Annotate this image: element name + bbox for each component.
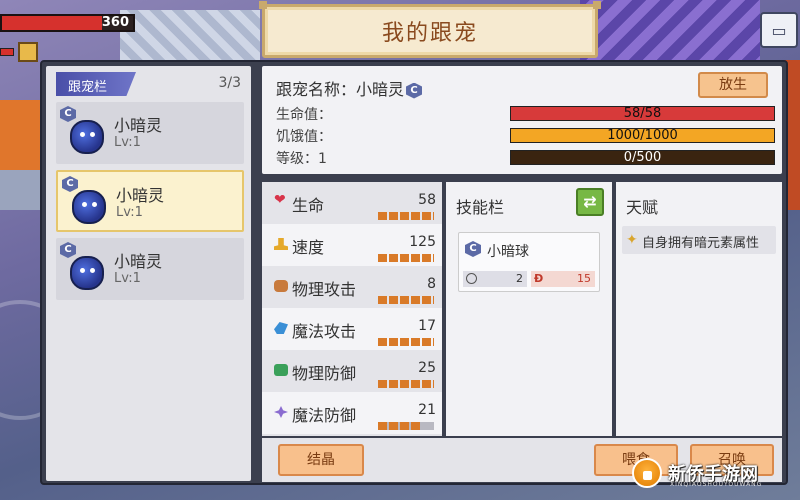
attribute-label: 魔法防御 [292,406,357,425]
attribute-label: 物理攻击 [292,280,357,299]
heart-icon: ❤ [274,192,286,208]
swap-icon[interactable]: ⇄ [576,188,604,216]
pet-avatar-icon [72,190,106,224]
pet-list-count: 3/3 [218,75,241,91]
chat-icon: ▭ [771,20,787,40]
sparkle-icon: ✦ [626,232,638,248]
hunger-bar: 1000/1000 [510,128,775,143]
magic-hand-icon [274,322,288,334]
rarity-badge-icon: C [62,176,78,192]
talent-panel: 天赋 ✦ 自身拥有暗元素属性 [616,182,782,436]
skill-name: 小暗球 [487,244,529,260]
attribute-label: 物理防御 [292,364,357,383]
attribute-list: ❤ 生命 58 速度 125 物理攻击 8 魔法攻击 17 物理防御 25 魔法… [262,182,442,436]
pet-name-label: 跟宠名称：小暗灵 [276,80,405,99]
skill-cooldown: 2 [463,271,527,287]
watermark: 新侨手游网 XINQIAOSHOUYOUWANG [632,456,792,492]
attribute-value: 58 [418,192,436,208]
hp-bar-text: 58/58 [623,106,662,121]
attribute-pips [378,422,434,430]
hp-bar: 58/58 [510,106,775,121]
rarity-badge-icon: C [465,241,481,257]
pet-name: 小暗灵 [114,116,163,135]
pet-list: 跟宠栏 3/3 C 小暗灵 Lv:1 C 小暗灵 Lv:1 C 小暗灵 Lv:1 [46,66,251,481]
armor-icon [274,364,288,376]
skill-panel: 技能栏 ⇄ C 小暗球 2 Ɖ 15 [446,182,612,436]
chat-button[interactable]: ▭ [760,12,798,48]
pet-name: 小暗灵 [116,186,165,205]
watermark-subtitle: XINQIAOSHOUYOUWANG [670,481,763,488]
attribute-value: 17 [418,318,436,334]
hud-mini-status [0,42,40,62]
player-hp-fill [2,16,102,30]
pet-slot-1[interactable]: C 小暗灵 Lv:1 [56,102,244,164]
stat-label-hp: 生命值： [276,107,332,123]
attribute-row: ❤ 生命 58 [262,182,442,224]
exp-bar: 0/500 [510,150,775,165]
skill-card[interactable]: C 小暗球 2 Ɖ 15 [458,232,600,292]
attribute-value: 125 [409,234,436,250]
attribute-row: 魔法防御 21 [262,392,442,434]
fist-icon [274,280,288,292]
rarity-badge-icon: C [60,106,76,122]
boot-icon [274,238,288,250]
pet-list-title: 跟宠栏 [56,72,136,96]
attribute-label: 生命 [292,196,325,215]
attribute-row: 速度 125 [262,224,442,266]
attribute-pips [378,296,434,304]
pet-panel: 跟宠栏 3/3 C 小暗灵 Lv:1 C 小暗灵 Lv:1 C 小暗灵 Lv:1… [40,60,788,485]
clock-icon [466,273,477,284]
skill-damage-value: 15 [577,272,591,285]
talent-text: 自身拥有暗元素属性 [642,236,760,251]
pet-slot-2[interactable]: C 小暗灵 Lv:1 [56,170,244,232]
damage-icon: Ɖ [534,272,544,285]
attribute-pips [378,338,434,346]
rarity-badge-icon: C [60,242,76,258]
attribute-row: 物理防御 25 [262,350,442,392]
pet-level: Lv:1 [114,135,141,150]
skill-cooldown-value: 2 [516,272,523,285]
attribute-label: 速度 [292,238,325,257]
hunger-bar-text: 1000/1000 [607,128,678,143]
skill-damage: Ɖ 15 [531,271,595,287]
player-hp-bar: 360 [0,14,135,32]
attribute-value: 8 [427,276,436,292]
attribute-value: 25 [418,360,436,376]
attribute-row: 物理攻击 8 [262,266,442,308]
pet-slot-3[interactable]: C 小暗灵 Lv:1 [56,238,244,300]
stat-label-level: 等级：1 [276,151,327,167]
page-title: 我的跟宠 [381,21,478,46]
attribute-pips [378,380,434,388]
crystal-button[interactable]: 结晶 [278,444,364,476]
attribute-pips [378,212,434,220]
talent-item: ✦ 自身拥有暗元素属性 [622,226,776,254]
pet-name-line: 跟宠名称：小暗灵 C [276,76,423,100]
pet-level: Lv:1 [116,205,143,220]
hud-item-slot[interactable] [18,42,38,62]
player-hp-text: 360 [101,15,129,30]
stat-label-hunger: 饥饿值： [276,129,332,145]
attribute-row: 魔法攻击 17 [262,308,442,350]
hud-mini-bar [0,48,14,56]
attribute-pips [378,254,434,262]
attribute-value: 21 [418,402,436,418]
release-button[interactable]: 放生 [698,72,768,98]
bg-block [120,10,260,60]
pet-level: Lv:1 [114,271,141,286]
pet-info: 跟宠名称：小暗灵 C 放生 生命值： 58/58 饥饿值： 1000/1000 等… [262,66,782,174]
watermark-logo-icon [632,458,662,488]
title-banner: 我的跟宠 [259,1,601,58]
attribute-label: 魔法攻击 [292,322,357,341]
talent-panel-title: 天赋 [626,198,659,217]
skill-panel-title: 技能栏 [456,198,505,217]
exp-bar-text: 0/500 [623,150,662,165]
pet-name: 小暗灵 [114,252,163,271]
pet-avatar-icon [70,120,104,154]
rarity-badge-icon: C [406,82,423,99]
snowflake-shield-icon [274,406,288,418]
pet-list-header: 跟宠栏 3/3 [46,72,251,96]
pet-avatar-icon [70,256,104,290]
